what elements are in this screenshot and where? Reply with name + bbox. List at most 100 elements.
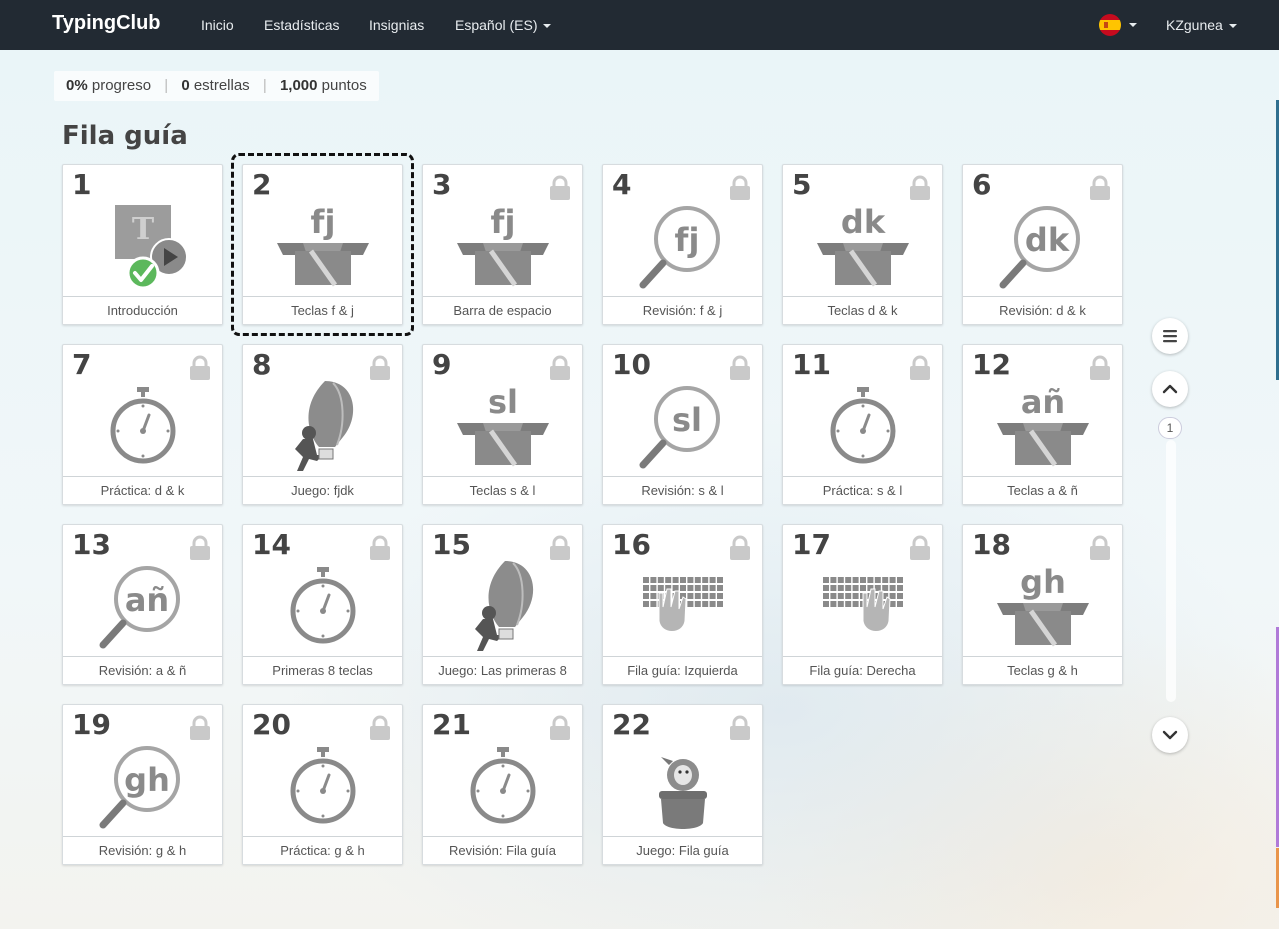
svg-text:gh: gh	[124, 761, 170, 799]
lesson-label: Juego: Fila guía	[603, 836, 762, 864]
scroll-down-button[interactable]	[1152, 717, 1188, 753]
section-title: Fila guía	[62, 121, 188, 151]
lesson-label: Teclas d & k	[783, 296, 942, 324]
keyboard-left-hand-icon	[633, 555, 733, 655]
nav-link-inicio[interactable]: Inicio	[201, 17, 234, 33]
lesson-card-16[interactable]: 16 Fila guía: Izquierda	[602, 524, 763, 685]
box-icon: dk	[813, 195, 913, 295]
flag-chevron-down-icon[interactable]	[1129, 23, 1137, 27]
lesson-card-15[interactable]: 15 Juego: Las primeras 8	[422, 524, 583, 685]
balloon-game-icon	[273, 375, 373, 475]
lesson-card-22[interactable]: 22 Juego: Fila guía	[602, 704, 763, 865]
lesson-label: Práctica: d & k	[63, 476, 222, 504]
lesson-label: Teclas g & h	[963, 656, 1122, 684]
chevron-up-icon	[1162, 384, 1178, 394]
lesson-label: Fila guía: Izquierda	[603, 656, 762, 684]
lesson-card-5[interactable]: 5 dk Teclas d & k	[782, 164, 943, 325]
lesson-card-18[interactable]: 18 gh Teclas g & h	[962, 524, 1123, 685]
lesson-card-13[interactable]: 13 añ Revisión: a & ñ	[62, 524, 223, 685]
stopwatch-icon	[273, 555, 373, 655]
language-dropdown[interactable]: Español (ES)	[455, 17, 552, 33]
svg-text:sl: sl	[488, 383, 518, 421]
chevron-down-icon	[1228, 24, 1237, 29]
lesson-number: 4	[612, 168, 632, 201]
hamburger-icon	[1163, 330, 1177, 343]
lesson-card-8[interactable]: 8 Juego: fjdk	[242, 344, 403, 505]
scroll-rail[interactable]	[1166, 440, 1176, 702]
lesson-number: 3	[432, 168, 452, 201]
lesson-number: 6	[972, 168, 992, 201]
intro-video-icon: T	[93, 195, 193, 295]
svg-text:gh: gh	[1020, 563, 1066, 601]
lesson-card-6[interactable]: 6 dk Revisión: d & k	[962, 164, 1123, 325]
lesson-card-20[interactable]: 20 Práctica: g & h	[242, 704, 403, 865]
lesson-label: Primeras 8 teclas	[243, 656, 402, 684]
lesson-card-17[interactable]: 17 Fila guía: Derecha	[782, 524, 943, 685]
svg-text:añ: añ	[125, 581, 169, 619]
lesson-label: Teclas s & l	[423, 476, 582, 504]
lesson-label: Revisión: g & h	[63, 836, 222, 864]
lesson-card-14[interactable]: 14 Primeras 8 teclas	[242, 524, 403, 685]
lesson-label: Revisión: a & ñ	[63, 656, 222, 684]
language-label: Español (ES)	[455, 17, 538, 33]
points-value: 1,000	[279, 77, 318, 94]
svg-text:añ: añ	[1021, 383, 1065, 421]
stopwatch-icon	[93, 375, 193, 475]
scroll-up-button[interactable]	[1152, 371, 1188, 407]
svg-text:fj: fj	[491, 203, 516, 241]
top-navbar: TypingClub Inicio Estadísticas Insignias…	[0, 0, 1279, 50]
lesson-card-9[interactable]: 9 sl Teclas s & l	[422, 344, 583, 505]
user-menu-dropdown[interactable]: KZgunea	[1166, 17, 1237, 33]
progress-label: progreso	[91, 77, 152, 94]
nav-link-estadisticas[interactable]: Estadísticas	[264, 17, 339, 33]
menu-button[interactable]	[1152, 318, 1188, 354]
lesson-card-19[interactable]: 19 gh Revisión: g & h	[62, 704, 223, 865]
progress-value: 0%	[66, 77, 88, 94]
box-icon: añ	[993, 375, 1093, 475]
lesson-card-12[interactable]: 12 añ Teclas a & ñ	[962, 344, 1123, 505]
stars-label: estrellas	[193, 77, 250, 94]
lesson-number: 1	[72, 168, 92, 201]
keyboard-right-hand-icon	[813, 555, 913, 655]
lesson-card-4[interactable]: 4 fj Revisión: f & j	[602, 164, 763, 325]
magnifier-icon: sl	[633, 375, 733, 475]
lesson-number: 8	[252, 348, 272, 381]
lesson-label: Revisión: d & k	[963, 296, 1122, 324]
svg-text:dk: dk	[841, 203, 886, 241]
svg-text:dk: dk	[1025, 221, 1070, 259]
lesson-card-7[interactable]: 7 Práctica: d & k	[62, 344, 223, 505]
username-label: KZgunea	[1166, 17, 1223, 33]
svg-text:fj: fj	[675, 221, 700, 259]
lesson-label: Juego: fjdk	[243, 476, 402, 504]
stats-divider: |	[164, 77, 169, 94]
box-icon: gh	[993, 555, 1093, 655]
chevron-down-icon	[543, 24, 552, 29]
lesson-label: Introducción	[63, 296, 222, 324]
lesson-card-11[interactable]: 11 Práctica: s & l	[782, 344, 943, 505]
lesson-label: Barra de espacio	[423, 296, 582, 324]
points-label: puntos	[321, 77, 367, 94]
lesson-label: Revisión: f & j	[603, 296, 762, 324]
magnifier-icon: dk	[993, 195, 1093, 295]
brand-logo[interactable]: TypingClub	[52, 12, 161, 35]
stopwatch-icon	[813, 375, 913, 475]
stopwatch-icon	[453, 735, 553, 835]
box-icon: sl	[453, 375, 553, 475]
spain-flag-icon[interactable]	[1099, 14, 1121, 36]
magnifier-icon: fj	[633, 195, 733, 295]
magnifier-icon: añ	[93, 555, 193, 655]
stopwatch-icon	[273, 735, 373, 835]
progress-stats-bar: 0% progreso | 0 estrellas | 1,000 puntos	[54, 71, 379, 101]
lesson-card-3[interactable]: 3 fj Barra de espacio	[422, 164, 583, 325]
lesson-number: 7	[72, 348, 92, 381]
lesson-card-1[interactable]: 1 T Introducción	[62, 164, 223, 325]
lesson-label: Revisión: Fila guía	[423, 836, 582, 864]
lesson-card-21[interactable]: 21 Revisión: Fila guía	[422, 704, 583, 865]
lesson-label: Teclas a & ñ	[963, 476, 1122, 504]
lesson-number: 9	[432, 348, 452, 381]
stats-divider: |	[262, 77, 267, 94]
lesson-card-10[interactable]: 10 sl Revisión: s & l	[602, 344, 763, 505]
lesson-label: Fila guía: Derecha	[783, 656, 942, 684]
lesson-label: Revisión: s & l	[603, 476, 762, 504]
nav-link-insignias[interactable]: Insignias	[369, 17, 424, 33]
